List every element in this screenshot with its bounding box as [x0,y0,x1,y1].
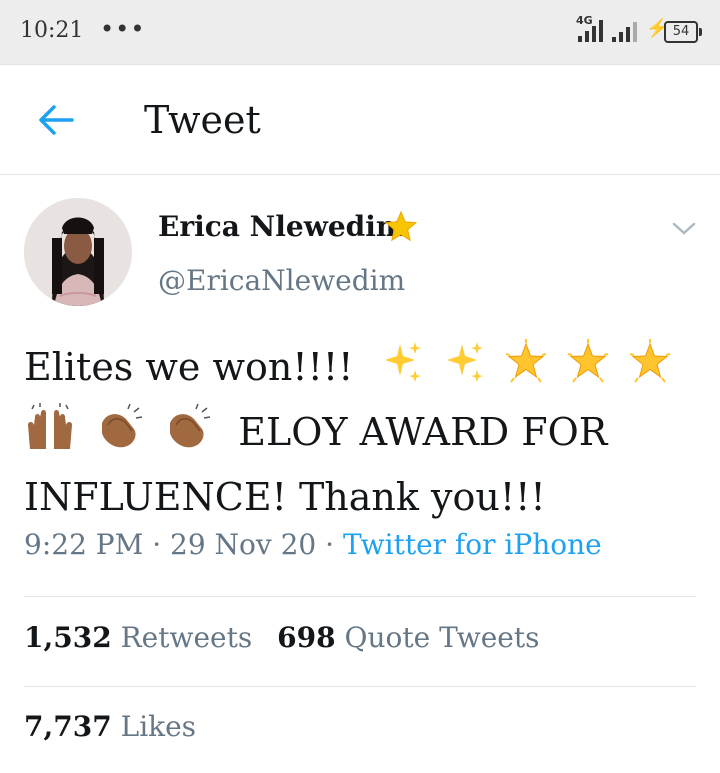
back-arrow-icon[interactable] [36,102,76,138]
signal-icon [578,20,603,42]
likes-label: Likes [120,710,197,743]
glowing-star-icon [626,338,674,403]
signal-secondary-icon [612,20,637,42]
tweet-text: Elites we won!!!! ELOY AWARD FOR INFLUEN… [24,338,696,527]
likes-stat[interactable]: 7,737 Likes [24,710,196,743]
author-name[interactable]: Erica Nlewedim [158,210,405,243]
glowing-star-icon [502,338,550,403]
tweet-text-line-2: ELOY AWARD FOR [238,410,608,454]
engagement-stats: 1,532 Retweets 698 Quote Tweets [24,621,539,654]
tweet-date: 29 Nov 20 [170,528,317,561]
star-icon [384,210,418,248]
avatar[interactable] [24,198,132,306]
tweet-time: 9:22 PM [24,528,144,561]
likes-row: 7,737 Likes [24,710,196,743]
retweets-label: Retweets [120,621,253,654]
retweets-stat[interactable]: 1,532 Retweets [24,621,261,654]
clapping-hands-icon [94,403,144,468]
quote-tweets-label: Quote Tweets [344,621,540,654]
status-time: 10:21 [20,18,84,43]
tweet-text-line-1: Elites we won!!!! [24,345,354,389]
meta-separator: · [152,528,162,561]
tweet-line-3: INFLUENCE! Thank you!!! [24,468,696,527]
tweet-text-line-3: INFLUENCE! Thank you!!! [24,475,546,519]
chevron-down-icon[interactable] [670,218,698,242]
notification-dots-icon: ••• [100,15,146,43]
sparkles-icon [442,340,486,401]
glowing-star-icon [564,338,612,403]
divider [24,686,696,687]
tweet-source-link[interactable]: Twitter for iPhone [343,528,602,561]
quote-tweets-count: 698 [277,621,336,654]
status-bar: 10:21 ••• 4G ⚡ 54 [0,0,720,65]
meta-separator: · [325,528,335,561]
battery-icon: 54 [664,21,702,43]
author-handle[interactable]: @EricaNlewedim [158,264,405,297]
retweets-count: 1,532 [24,621,112,654]
divider [24,596,696,597]
likes-count: 7,737 [24,710,112,743]
tweet-line-1: Elites we won!!!! [24,338,696,403]
quote-tweets-stat[interactable]: 698 Quote Tweets [277,621,539,654]
sparkles-icon [380,340,424,401]
app-header: Tweet [0,64,720,175]
page-title: Tweet [144,98,261,142]
tweet-meta: 9:22 PM · 29 Nov 20 · Twitter for iPhone [24,528,602,561]
clapping-hands-icon [162,403,212,468]
tweet-line-2: ELOY AWARD FOR [24,403,696,468]
raising-hands-icon [24,403,76,468]
